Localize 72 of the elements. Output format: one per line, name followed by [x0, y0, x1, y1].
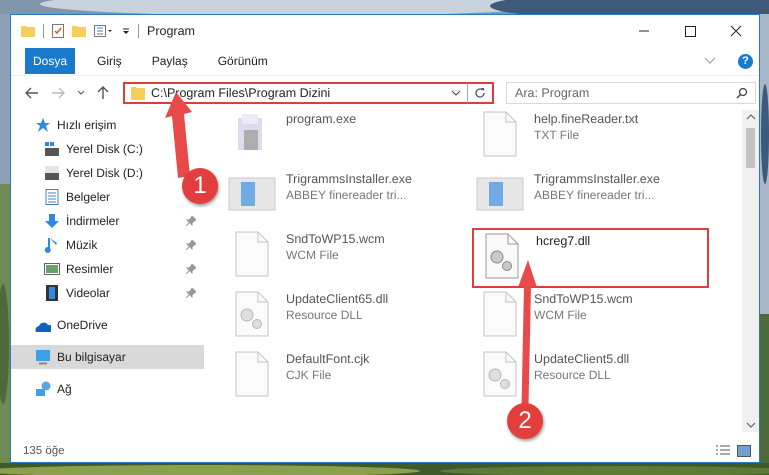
scroll-thumb[interactable] — [746, 128, 755, 168]
pictures-icon — [44, 261, 60, 277]
network-icon — [35, 381, 51, 397]
address-bar[interactable]: C:\Program Files\Program Dizini — [123, 82, 494, 104]
file-type: Resource DLL — [534, 368, 612, 382]
nav-item[interactable]: Belgeler — [11, 185, 118, 209]
file-item[interactable]: hcreg7.dll — [472, 228, 709, 288]
search-icon — [736, 87, 748, 99]
nav-item[interactable]: Resimler — [11, 257, 204, 281]
chevron-down-icon[interactable] — [77, 90, 85, 96]
nav-item[interactable]: Yerel Disk (C:) — [11, 137, 151, 161]
help-button[interactable]: ? — [738, 54, 753, 68]
nav-item[interactable]: OneDrive — [11, 313, 116, 337]
nav-item[interactable]: Bu bilgisayar — [11, 345, 204, 369]
star-icon — [35, 117, 51, 133]
file-name: TrigrammsInstaller.exe — [286, 172, 412, 186]
up-icon[interactable] — [97, 86, 109, 100]
download-icon — [44, 213, 60, 229]
ribbon-tab[interactable]: Görünüm — [210, 48, 276, 74]
music-icon — [44, 237, 60, 253]
scroll-up-icon[interactable] — [746, 114, 756, 120]
file-type: WCM File — [534, 308, 588, 322]
file-name: SndToWP15.wcm — [286, 232, 385, 246]
back-icon[interactable] — [25, 87, 39, 99]
file-type: Resource DLL — [286, 308, 364, 322]
nav-item[interactable]: Videolar — [11, 281, 204, 305]
pin-icon[interactable] — [186, 216, 196, 226]
window-title: Program — [146, 24, 195, 38]
folder-icon[interactable] — [21, 25, 35, 37]
file-name: SndToWP15.wcm — [534, 292, 633, 306]
ribbon-tab[interactable]: Dosya — [25, 48, 76, 74]
pin-icon[interactable] — [186, 288, 196, 298]
file-name: UpdateClient5.dll — [534, 352, 630, 366]
pin-icon[interactable] — [186, 240, 196, 250]
ribbon-tab[interactable]: Paylaş — [144, 48, 196, 74]
file-name: program.exe — [286, 112, 356, 126]
thumbnail-view-icon[interactable] — [737, 445, 751, 457]
details-view-icon[interactable] — [715, 445, 731, 457]
file-name: UpdateClient65.dll — [286, 292, 388, 306]
file-type: ABBEY finereader tri... — [286, 188, 408, 202]
file-type: ABBEY finereader tri... — [534, 188, 656, 202]
pin-icon[interactable] — [186, 264, 196, 274]
nav-item[interactable]: Müzik — [11, 233, 204, 257]
file-type: TXT File — [534, 128, 580, 142]
folder-icon[interactable] — [72, 25, 86, 37]
file-type: WCM File — [286, 248, 340, 262]
customize-icon[interactable] — [122, 26, 130, 36]
file-name: hcreg7.dll — [536, 234, 590, 248]
pc-icon — [35, 349, 51, 365]
drive-icon — [44, 141, 60, 157]
file-type: CJK File — [286, 368, 332, 382]
nav-item[interactable]: İndirmeler — [11, 209, 204, 233]
folder-icon — [131, 86, 145, 100]
properties-icon[interactable] — [94, 25, 114, 37]
scroll-down-icon[interactable] — [746, 422, 756, 428]
search-field[interactable]: Ara: Program — [506, 82, 756, 104]
drive-icon — [44, 165, 60, 181]
docs-icon — [44, 189, 60, 205]
videos-icon — [44, 285, 60, 301]
file-name: DefaultFont.cjk — [286, 352, 370, 366]
nav-item[interactable]: Ağ — [11, 377, 80, 401]
forward-icon[interactable] — [51, 87, 65, 99]
nav-item[interactable]: Yerel Disk (D:) — [11, 161, 151, 185]
refresh-icon[interactable] — [474, 87, 486, 99]
checklist-icon[interactable] — [52, 24, 64, 38]
chevron-down-icon[interactable] — [451, 90, 461, 96]
ribbon-tab[interactable]: Giriş — [89, 48, 130, 74]
item-count: 135 öğe — [23, 445, 65, 457]
file-name: help.fineReader.txt — [534, 112, 638, 126]
scrollbar[interactable] — [742, 110, 759, 432]
nav-item[interactable]: Hızlı erişim — [11, 113, 124, 137]
file-name: TrigrammsInstaller.exe — [534, 172, 660, 186]
